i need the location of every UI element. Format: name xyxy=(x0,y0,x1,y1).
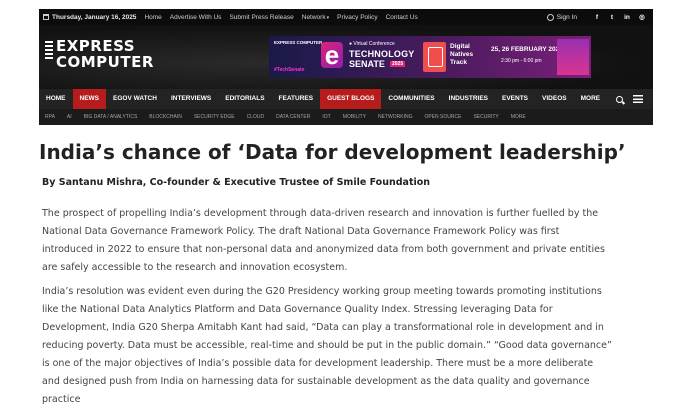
main-nav: HOME NEWS EGOV WATCH INTERVIEWS EDITORIA… xyxy=(39,89,653,109)
subnav-item-rpa[interactable]: RPA xyxy=(39,114,61,120)
subnav-item-security-edge[interactable]: SECURITY EDGE xyxy=(188,114,241,120)
masthead: EXPRESS COMPUTER EXPRESS COMPUTER #TechS… xyxy=(39,25,653,89)
nav-item-more[interactable]: MORE xyxy=(574,89,608,109)
article-paragraph-1: The prospect of propelling India’s devel… xyxy=(42,208,605,273)
banner-title-line-1: TECHNOLOGY xyxy=(349,49,415,59)
banner-hashtag: #TechSenate xyxy=(274,67,305,73)
top-link-contact-us[interactable]: Contact Us xyxy=(386,14,418,21)
banner-gradient-panel xyxy=(557,39,589,75)
top-link-advertise[interactable]: Advertise With Us xyxy=(170,14,222,21)
subnav-item-more[interactable]: MORE xyxy=(505,114,532,120)
top-links: Home Advertise With Us Submit Press Rele… xyxy=(144,14,417,21)
logo-line-2: COMPUTER xyxy=(56,53,154,71)
facebook-icon[interactable]: f xyxy=(592,12,602,22)
top-link-network-label: Network xyxy=(301,13,326,21)
nav-item-news[interactable]: NEWS xyxy=(72,89,106,109)
nav-item-industries[interactable]: INDUSTRIES xyxy=(442,89,495,109)
date-text: Thursday, January 16, 2025 xyxy=(52,13,137,21)
nav-item-guest-blogs[interactable]: GUEST BLOGS xyxy=(320,89,382,109)
site-header: Thursday, January 16, 2025 Home Advertis… xyxy=(39,9,653,125)
subnav-item-networking[interactable]: NETWORKING xyxy=(372,114,418,120)
nav-item-videos[interactable]: VIDEOS xyxy=(535,89,574,109)
article-byline: By Santanu Mishra, Co-founder & Executiv… xyxy=(42,177,431,188)
twitter-icon[interactable]: t xyxy=(607,12,617,22)
logo-mark-icon xyxy=(45,41,53,61)
technology-senate-banner[interactable]: EXPRESS COMPUTER #TechSenate e ● Virtual… xyxy=(269,36,591,78)
subnav-item-big-data[interactable]: BIG DATA / ANALYTICS xyxy=(78,114,144,120)
banner-date: 25, 26 FEBRUARY 2025 xyxy=(491,46,563,53)
subnav-item-iot[interactable]: IOT xyxy=(316,114,336,120)
instagram-icon[interactable]: ◎ xyxy=(637,12,647,22)
e-logo-icon: e xyxy=(321,42,343,68)
banner-title-line-2: SENATE xyxy=(349,59,385,69)
subnav-item-mobility[interactable]: MOBILITY xyxy=(337,114,372,120)
nav-item-features[interactable]: FEATURES xyxy=(272,89,321,109)
chevron-down-icon: ▾ xyxy=(326,14,330,21)
banner-brand: EXPRESS COMPUTER xyxy=(274,40,323,45)
subnav-item-blockchain[interactable]: BLOCKCHAIN xyxy=(143,114,188,120)
article-headline: India’s chance of ‘Data for development … xyxy=(39,140,626,164)
calendar-icon xyxy=(43,14,49,20)
banner-virtual-label: ● Virtual Conference xyxy=(349,41,395,47)
user-icon xyxy=(546,13,554,21)
subnav-item-cloud[interactable]: CLOUD xyxy=(241,114,271,120)
nav-item-editorials[interactable]: EDITORIALS xyxy=(218,89,271,109)
nav-item-home[interactable]: HOME xyxy=(39,89,73,109)
banner-track: Digital Natives Track xyxy=(450,43,474,66)
digital-natives-badge: Digital Natives Track xyxy=(423,42,475,72)
linkedin-icon[interactable]: in xyxy=(622,12,632,22)
nav-tools xyxy=(616,95,653,103)
sign-in-link[interactable]: Sign In xyxy=(546,13,577,21)
logo-line-1: EXPRESS xyxy=(56,37,136,55)
top-bar: Thursday, January 16, 2025 Home Advertis… xyxy=(39,9,653,25)
sign-in-label: Sign In xyxy=(556,13,577,21)
date-display: Thursday, January 16, 2025 xyxy=(39,14,136,21)
subnav-item-open-source[interactable]: OPEN SOURCE xyxy=(418,114,467,120)
sub-nav: RPA AI BIG DATA / ANALYTICS BLOCKCHAIN S… xyxy=(39,109,653,125)
top-link-home[interactable]: Home xyxy=(144,14,161,21)
top-right-tools: Sign In f t in ◎ xyxy=(546,12,653,22)
top-link-network[interactable]: Network▾ xyxy=(302,14,329,21)
nav-item-egov-watch[interactable]: EGOV WATCH xyxy=(106,89,164,109)
phone-icon xyxy=(423,42,446,72)
article-paragraph-2: India’s resolution was evident even duri… xyxy=(42,286,612,405)
banner-time: 2:30 pm - 6:00 pm xyxy=(501,58,542,64)
nav-item-interviews[interactable]: INTERVIEWS xyxy=(164,89,218,109)
top-link-submit-press-release[interactable]: Submit Press Release xyxy=(229,14,293,21)
subnav-item-ai[interactable]: AI xyxy=(61,114,78,120)
search-icon[interactable] xyxy=(616,95,623,103)
subnav-item-security[interactable]: SECURITY xyxy=(467,114,504,120)
nav-item-events[interactable]: EVENTS xyxy=(495,89,535,109)
top-link-privacy-policy[interactable]: Privacy Policy xyxy=(337,14,377,21)
nav-item-communities[interactable]: COMMUNITIES xyxy=(381,89,441,109)
banner-year: 2025 xyxy=(390,61,406,67)
subnav-item-data-center[interactable]: DATA CENTER xyxy=(270,114,316,120)
hamburger-menu-icon[interactable] xyxy=(633,95,643,103)
site-logo[interactable]: EXPRESS COMPUTER xyxy=(45,38,175,76)
